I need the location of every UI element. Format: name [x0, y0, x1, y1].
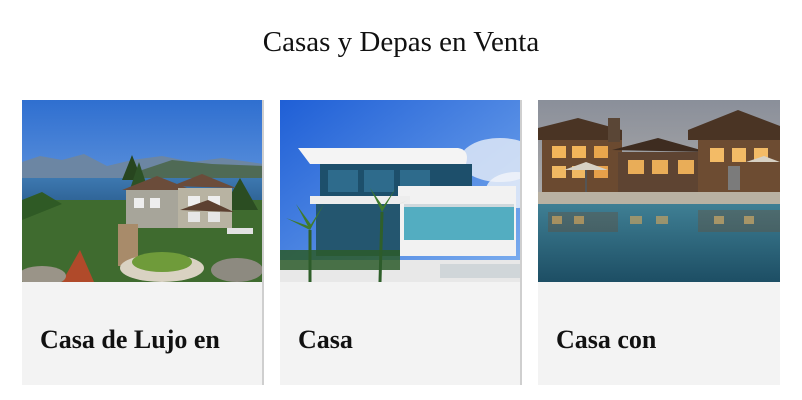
listing-card[interactable]: Casa de Lujo en [22, 100, 264, 385]
lakeside-luxury-house-photo[interactable] [22, 100, 262, 282]
page-title: Casas y Depas en Venta [262, 26, 540, 58]
modern-white-house-photo[interactable] [280, 100, 520, 282]
listing-title[interactable]: Casa [298, 320, 353, 360]
listing-title[interactable]: Casa con [556, 320, 656, 360]
listing-card[interactable]: Casa [280, 100, 522, 385]
listing-card[interactable]: Casa con [538, 100, 780, 385]
listing-title[interactable]: Casa de Lujo en [40, 320, 220, 360]
cabin-house-with-pool-photo[interactable] [538, 100, 780, 282]
